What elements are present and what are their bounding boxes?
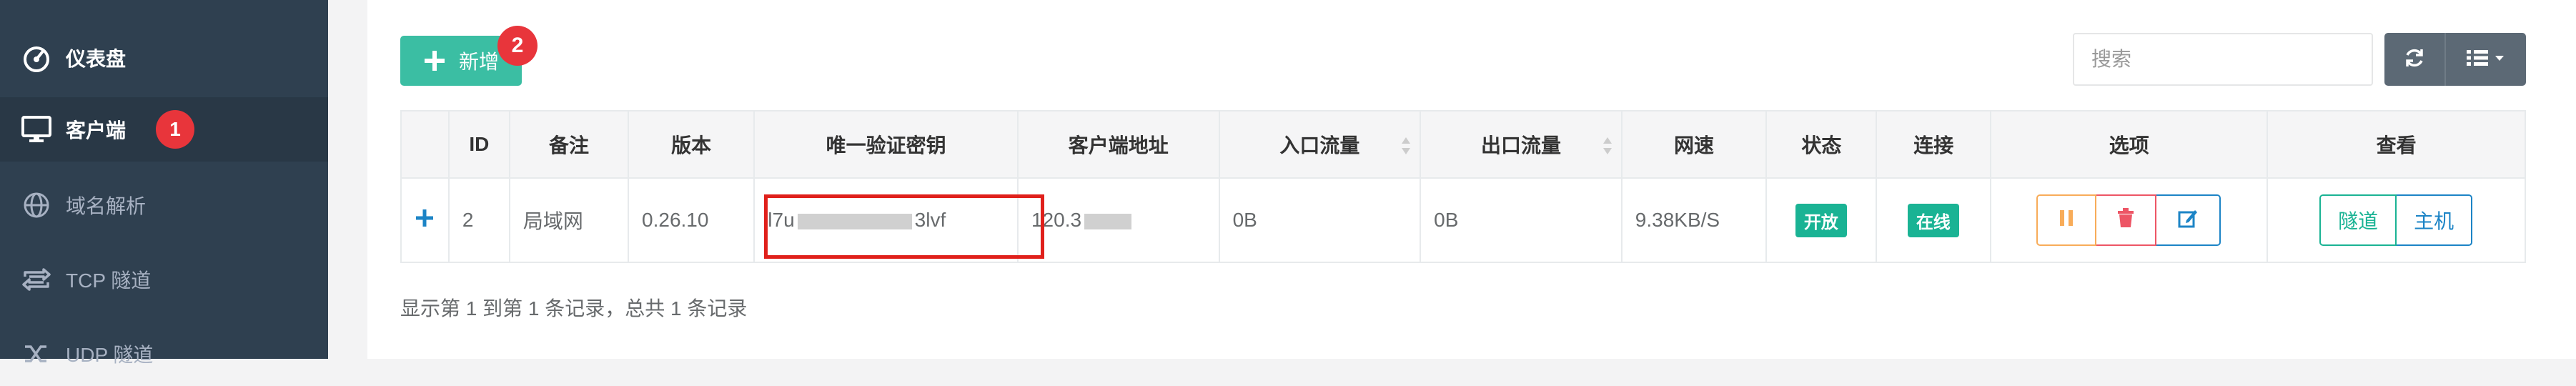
retweet-icon <box>19 262 54 297</box>
cell-view: 隧道 主机 <box>2267 177 2526 263</box>
expand-row-button[interactable] <box>400 177 450 263</box>
header-label: 连接 <box>1913 134 1954 157</box>
annotation-badge: 2 <box>497 26 538 66</box>
pagination-summary: 显示第 1 到第 1 条记录，总共 1 条记录 <box>400 297 748 320</box>
table-header-view: 查看 <box>2267 110 2526 179</box>
delete-button[interactable] <box>2096 194 2157 246</box>
cell-out-flow: 0B <box>1420 177 1623 263</box>
cell-address: 120.3 <box>1016 177 1220 263</box>
edit-icon <box>2178 208 2198 233</box>
sidebar-item-label: 客户端 <box>66 119 127 142</box>
edit-button[interactable] <box>2156 194 2221 246</box>
view-tunnel-button[interactable]: 隧道 <box>2319 194 2397 246</box>
sidebar-item-dashboard[interactable]: 仪表盘 <box>0 26 328 90</box>
header-label: 客户端地址 <box>1068 134 1169 157</box>
annotation-badge: 1 <box>156 110 194 149</box>
table-toolbar <box>2384 33 2526 86</box>
status-badge: 开放 <box>1795 203 1847 237</box>
client-table: ID 备注 版本 唯一验证密钥 客户端地址 入口流量 出口流量 网速 状态 连接… <box>400 110 2526 263</box>
table-row: 2 局域网 0.26.10 l7u 3lvf 120.3 0B 0B 9.38KB… <box>400 177 2526 263</box>
view-button-group: 隧道 主机 <box>2319 194 2473 246</box>
table-header-key[interactable]: 唯一验证密钥 <box>753 110 1019 179</box>
cell-connect: 在线 <box>1876 177 1992 263</box>
sidebar-item-label: 域名解析 <box>66 195 147 217</box>
options-button-group <box>2036 194 2221 246</box>
header-label: 查看 <box>2376 134 2417 157</box>
sort-icon <box>1602 136 1613 156</box>
connection-badge: 在线 <box>1907 203 1959 237</box>
columns-dropdown-button[interactable] <box>2446 33 2526 86</box>
table-header-connect[interactable]: 连接 <box>1876 110 1992 179</box>
cell-remark: 局域网 <box>508 177 630 263</box>
sidebar-item-label: TCP 隧道 <box>66 269 152 292</box>
view-host-button[interactable]: 主机 <box>2397 194 2473 246</box>
header-label: 唯一验证密钥 <box>826 134 946 157</box>
pause-icon <box>2059 209 2074 232</box>
dashboard-icon <box>19 40 54 76</box>
header-label: 选项 <box>2109 134 2149 157</box>
header-label: 入口流量 <box>1279 134 1360 157</box>
table-header-remark[interactable]: 备注 <box>508 110 630 179</box>
pause-button[interactable] <box>2036 194 2097 246</box>
sidebar-item-clients[interactable]: 客户端 1 <box>0 97 328 162</box>
sidebar-item-tcp[interactable]: TCP 隧道 <box>0 247 328 312</box>
table-header-options: 选项 <box>1990 110 2269 179</box>
cell-id: 2 <box>447 177 510 263</box>
table-header-status[interactable]: 状态 <box>1765 110 1878 179</box>
sidebar: 仪表盘 客户端 1 域名解析 TCP 隧道 UDP 隧道 <box>0 0 328 366</box>
header-label: ID <box>469 133 490 155</box>
trash-icon <box>2117 207 2134 233</box>
monitor-icon <box>19 112 54 147</box>
random-icon <box>19 336 54 372</box>
cell-options <box>1990 177 2269 263</box>
add-button-label: 新增 <box>459 51 500 73</box>
redacted-blur <box>1084 213 1132 229</box>
refresh-button[interactable] <box>2384 33 2446 86</box>
list-icon <box>2465 47 2507 72</box>
header-label: 备注 <box>548 134 589 157</box>
table-header-speed[interactable]: 网速 <box>1620 110 1768 179</box>
table-header-expand <box>400 110 450 179</box>
sort-icon <box>1401 136 1411 156</box>
search-input[interactable] <box>2073 33 2373 86</box>
table-header-in-flow[interactable]: 入口流量 <box>1218 110 1422 179</box>
sidebar-item-label: UDP 隧道 <box>66 344 154 366</box>
header-label: 网速 <box>1674 134 1715 157</box>
plus-icon <box>423 49 446 72</box>
cell-speed: 9.38KB/S <box>1620 177 1768 263</box>
table-header-id[interactable]: ID <box>447 110 510 179</box>
header-label: 状态 <box>1801 134 1842 157</box>
header-label: 版本 <box>671 134 712 157</box>
table-header-row: ID 备注 版本 唯一验证密钥 客户端地址 入口流量 出口流量 网速 状态 连接… <box>400 110 2526 179</box>
cell-in-flow: 0B <box>1218 177 1422 263</box>
sidebar-item-domain[interactable]: 域名解析 <box>0 173 328 237</box>
sidebar-item-label: 仪表盘 <box>66 48 127 70</box>
table-header-out-flow[interactable]: 出口流量 <box>1420 110 1623 179</box>
table-header-version[interactable]: 版本 <box>628 110 756 179</box>
table-header-address[interactable]: 客户端地址 <box>1016 110 1220 179</box>
refresh-icon <box>2403 46 2426 73</box>
globe-icon <box>19 187 54 223</box>
cell-version: 0.26.10 <box>628 177 756 263</box>
highlight-box <box>764 194 1044 259</box>
cell-status: 开放 <box>1765 177 1878 263</box>
sidebar-item-udp[interactable]: UDP 隧道 <box>0 322 328 386</box>
header-label: 出口流量 <box>1480 134 1561 157</box>
plus-icon <box>415 209 434 232</box>
